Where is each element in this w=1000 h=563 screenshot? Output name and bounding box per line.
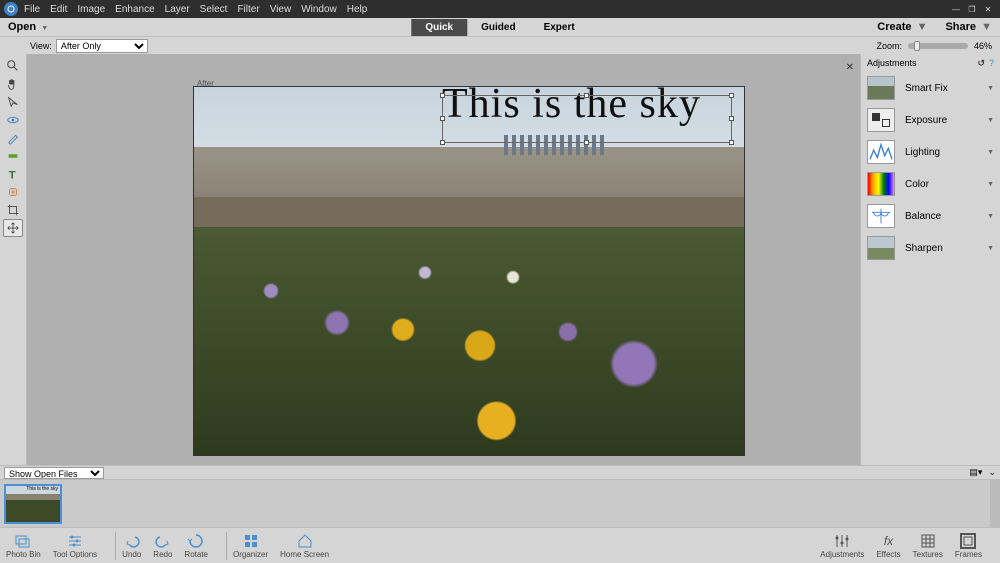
adj-color[interactable]: Color▼ xyxy=(861,168,1000,200)
home-button[interactable]: Home Screen xyxy=(280,532,329,559)
adjustments-icon xyxy=(833,532,851,550)
close-panel-icon[interactable]: ✕ xyxy=(846,62,854,73)
canvas-area: ✕ After This is the sky xyxy=(27,54,860,465)
app-logo-icon xyxy=(4,2,18,16)
move-tool-icon[interactable] xyxy=(3,219,23,237)
textures-icon xyxy=(919,532,937,550)
frames-icon xyxy=(959,532,977,550)
redo-icon xyxy=(154,532,172,550)
textures-button[interactable]: Textures xyxy=(913,532,943,559)
tooloptions-button[interactable]: Tool Options xyxy=(53,532,97,559)
maximize-icon[interactable]: ❐ xyxy=(964,2,980,16)
rotate-button[interactable]: Rotate xyxy=(184,532,208,559)
open-button[interactable]: Open ▼ xyxy=(8,21,48,33)
exposure-icon xyxy=(867,108,895,132)
menu-help[interactable]: Help xyxy=(347,4,368,15)
eye-tool-icon[interactable] xyxy=(3,111,23,129)
bottom-adjustments-button[interactable]: Adjustments xyxy=(820,532,864,559)
zoom-slider[interactable] xyxy=(908,43,968,49)
adj-lighting[interactable]: Lighting▼ xyxy=(861,136,1000,168)
redo-button[interactable]: Redo xyxy=(153,532,172,559)
hand-tool-icon[interactable] xyxy=(3,75,23,93)
adjustments-header: Adjustments ↺ ? xyxy=(861,54,1000,72)
view-label: View: xyxy=(30,41,52,51)
tool-column: T xyxy=(0,54,27,465)
thumb-scrollbar[interactable] xyxy=(990,480,1000,527)
text-tool-icon[interactable]: T xyxy=(3,165,23,183)
photobin-button[interactable]: Photo Bin xyxy=(6,532,41,559)
minimize-icon[interactable]: — xyxy=(948,2,964,16)
view-select[interactable]: After Only xyxy=(56,39,148,53)
main-area: T ✕ After This is the sky Adjustments ↺ … xyxy=(0,54,1000,465)
undo-button[interactable]: Undo xyxy=(122,532,141,559)
photobin-icon xyxy=(14,532,32,550)
tooloptions-icon xyxy=(66,532,84,550)
layout-icon[interactable]: ▤▾ xyxy=(969,467,982,478)
mode-expert[interactable]: Expert xyxy=(530,19,589,36)
organizer-icon xyxy=(242,532,260,550)
menu-image[interactable]: Image xyxy=(77,4,105,15)
zoom-tool-icon[interactable] xyxy=(3,57,23,75)
menu-file[interactable]: File xyxy=(24,4,40,15)
menubar: File Edit Image Enhance Layer Select Fil… xyxy=(0,0,1000,18)
mode-guided[interactable]: Guided xyxy=(467,19,529,36)
view-zoom-bar: View: After Only Zoom: 46% xyxy=(0,36,1000,54)
window-controls: — ❐ ✕ xyxy=(948,2,996,16)
crop-tool-icon[interactable] xyxy=(3,201,23,219)
effects-button[interactable]: fx Effects xyxy=(876,532,900,559)
help-icon[interactable]: ? xyxy=(989,58,994,69)
adjustments-panel: Adjustments ↺ ? Smart Fix▼ Exposure▼ Lig… xyxy=(860,54,1000,465)
canvas-image[interactable]: This is the sky xyxy=(193,86,745,456)
close-icon[interactable]: ✕ xyxy=(980,2,996,16)
adj-exposure[interactable]: Exposure▼ xyxy=(861,104,1000,136)
reset-icon[interactable]: ↺ xyxy=(977,58,985,69)
share-button[interactable]: Share ▼ xyxy=(945,21,992,33)
thumbnail-1[interactable]: This is the sky xyxy=(4,484,62,524)
zoom-value: 46% xyxy=(974,41,992,51)
bottom-bar: Photo Bin Tool Options Undo Redo Rotate … xyxy=(0,527,1000,563)
adj-balance[interactable]: Balance▼ xyxy=(861,200,1000,232)
thumbnail-bin: This is the sky xyxy=(0,479,1000,527)
lighting-icon xyxy=(867,140,895,164)
menu-filter[interactable]: Filter xyxy=(237,4,259,15)
mode-quick[interactable]: Quick xyxy=(411,19,467,36)
collapse-icon[interactable]: ⌄ xyxy=(988,467,996,478)
menu-enhance[interactable]: Enhance xyxy=(115,4,154,15)
selection-tool-icon[interactable] xyxy=(3,93,23,111)
adj-smartfix[interactable]: Smart Fix▼ xyxy=(861,72,1000,104)
menu-layer[interactable]: Layer xyxy=(165,4,190,15)
balance-icon xyxy=(867,204,895,228)
color-icon xyxy=(867,172,895,196)
svg-text:T: T xyxy=(9,169,16,181)
effects-icon: fx xyxy=(879,532,897,550)
rotate-icon xyxy=(187,532,205,550)
menu-select[interactable]: Select xyxy=(200,4,228,15)
undo-icon xyxy=(123,532,141,550)
home-icon xyxy=(296,532,314,550)
frames-button[interactable]: Frames xyxy=(955,532,982,559)
menu-view[interactable]: View xyxy=(270,4,292,15)
menu-window[interactable]: Window xyxy=(301,4,337,15)
menu-edit[interactable]: Edit xyxy=(50,4,67,15)
text-selection-box[interactable] xyxy=(442,95,732,143)
brush-tool-icon[interactable] xyxy=(3,129,23,147)
zoom-label: Zoom: xyxy=(876,41,902,51)
adj-sharpen[interactable]: Sharpen▼ xyxy=(861,232,1000,264)
mode-toolbar: Open ▼ Quick Guided Expert Create ▼ Shar… xyxy=(0,18,1000,36)
organizer-button[interactable]: Organizer xyxy=(233,532,268,559)
showfiles-select[interactable]: Show Open Files xyxy=(4,467,104,479)
sharpen-icon xyxy=(867,236,895,260)
heal-tool-icon[interactable] xyxy=(3,183,23,201)
crop-guide-icon[interactable] xyxy=(3,147,23,165)
files-bar: Show Open Files ▤▾ ⌄ xyxy=(0,465,1000,479)
smartfix-icon xyxy=(867,76,895,100)
create-button[interactable]: Create ▼ xyxy=(877,21,927,33)
